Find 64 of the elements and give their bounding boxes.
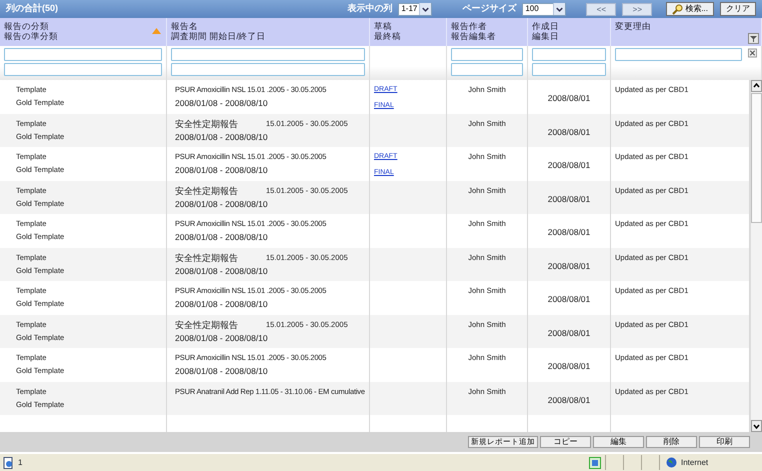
- report-name: 安全性定期報告: [175, 252, 238, 262]
- globe-icon: [666, 457, 677, 468]
- column-header[interactable]: 作成日 編集日: [532, 21, 606, 41]
- filter-field[interactable]: [171, 63, 365, 76]
- date-text: 2008/08/01: [548, 126, 590, 136]
- grid-title: 列の合計(50): [6, 2, 58, 16]
- column-header[interactable]: 報告の分類 報告の準分類: [4, 21, 162, 41]
- survey-dates: 2008/01/08 - 2008/08/10: [175, 165, 269, 175]
- column-range-dropdown[interactable]: 1-17: [398, 2, 432, 16]
- date-text: 2008/08/01: [548, 294, 590, 304]
- zone-text: Internet: [681, 456, 708, 468]
- survey-dates: 2008/01/08 - 2008/08/10: [175, 266, 269, 276]
- column-header[interactable]: 報告作者 報告編集者: [451, 21, 523, 41]
- filter-field[interactable]: [4, 48, 162, 61]
- survey-dates: 2008/01/08 - 2008/08/10: [175, 232, 269, 242]
- filter-field[interactable]: [532, 48, 606, 61]
- date-text: 2008/08/01: [548, 227, 590, 237]
- filter-field[interactable]: [451, 63, 523, 76]
- clear-button[interactable]: クリア: [720, 2, 756, 16]
- filter-field[interactable]: [615, 48, 742, 61]
- page-count: 1: [18, 456, 22, 468]
- column-header[interactable]: 草稿 最終稿: [374, 21, 442, 41]
- survey-dates: 2008/01/08 - 2008/08/10: [175, 132, 269, 142]
- clear-filter-icon[interactable]: [748, 48, 757, 58]
- visible-columns-label: 表示中の列: [347, 2, 392, 16]
- filter-field[interactable]: [451, 48, 523, 61]
- caret-icon: [419, 3, 432, 15]
- date-text: 2008/08/01: [548, 328, 590, 338]
- sort-ascending-icon[interactable]: [152, 28, 161, 34]
- action-button[interactable]: 編集: [593, 436, 644, 448]
- filter-field[interactable]: [532, 63, 606, 76]
- scroll-up-icon[interactable]: [751, 80, 762, 92]
- filter-field[interactable]: [171, 48, 365, 61]
- caret-icon: [553, 3, 566, 15]
- security-icon: [589, 456, 601, 468]
- survey-dates: 2008/01/08 - 2008/08/10: [175, 299, 269, 309]
- scrollbar[interactable]: [750, 80, 762, 432]
- page-size-label: ページサイズ: [462, 2, 516, 16]
- report-name: 安全性定期報告: [175, 118, 238, 128]
- date-text: 2008/08/01: [548, 361, 590, 371]
- filter-field[interactable]: [4, 63, 162, 76]
- page-icon: [3, 456, 14, 468]
- filter-icon[interactable]: [748, 33, 759, 44]
- date-text: 2008/08/01: [548, 160, 590, 170]
- scroll-thumb[interactable]: [751, 93, 762, 223]
- scroll-down-icon[interactable]: [751, 420, 762, 432]
- survey-dates: 2008/01/08 - 2008/08/10: [175, 366, 269, 376]
- survey-dates: 2008/01/08 - 2008/08/10: [175, 332, 269, 342]
- survey-dates: 2008/01/08 - 2008/08/10: [175, 98, 269, 108]
- search-button[interactable]: 検索...: [666, 2, 714, 16]
- report-name: 安全性定期報告: [175, 186, 238, 196]
- date-text: 2008/08/01: [548, 93, 590, 103]
- date-text: 2008/08/01: [548, 194, 590, 204]
- column-header[interactable]: 報告名 調査期間 開始日/終了日: [171, 21, 365, 41]
- survey-dates: 2008/01/08 - 2008/08/10: [175, 198, 269, 208]
- page-size-dropdown[interactable]: 100: [522, 2, 566, 16]
- action-button[interactable]: 削除: [646, 436, 697, 448]
- column-header[interactable]: 変更理由: [615, 21, 757, 31]
- action-button[interactable]: コピー: [540, 436, 591, 448]
- report-name: 安全性定期報告: [175, 320, 238, 330]
- search-icon: [672, 4, 684, 14]
- date-text: 2008/08/01: [548, 260, 590, 270]
- date-text: 2008/08/01: [548, 394, 590, 404]
- action-button[interactable]: 印刷: [699, 436, 750, 448]
